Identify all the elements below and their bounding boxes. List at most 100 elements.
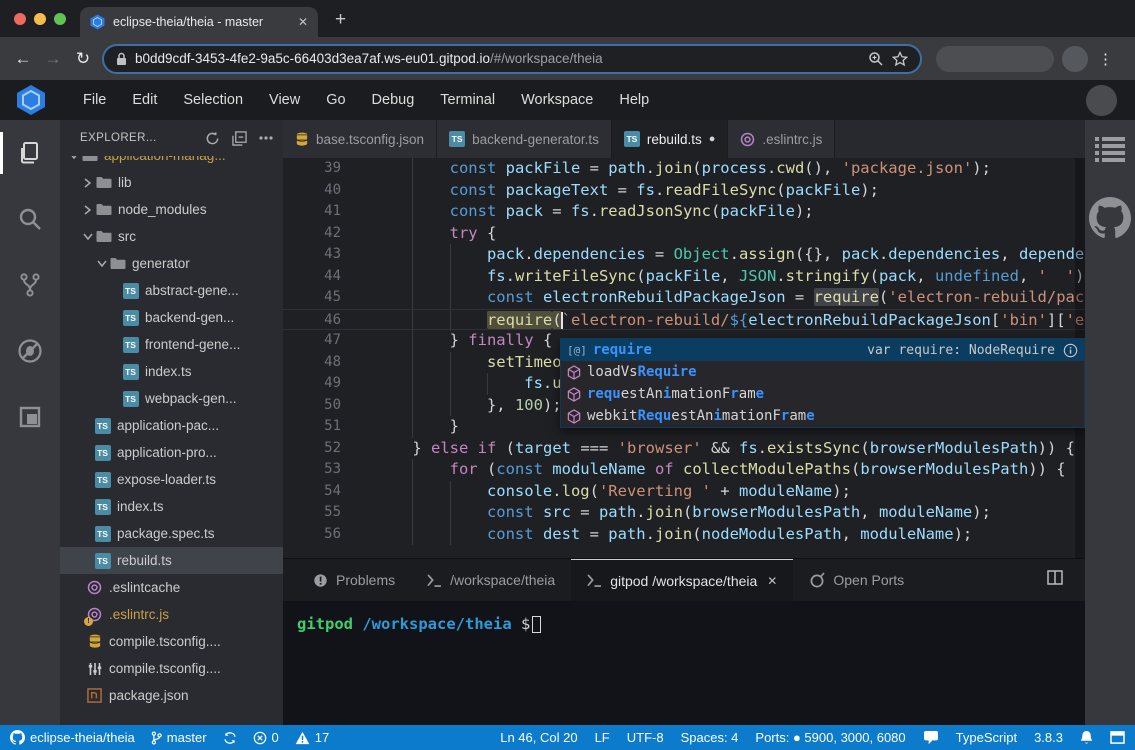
close-icon[interactable]: ✕ <box>767 574 777 588</box>
close-tab-icon[interactable]: ✕ <box>298 15 308 29</box>
url-bar[interactable]: b0dd9cdf-3453-4fe2-9a5c-66403d3ea7af.ws-… <box>102 44 922 74</box>
collapse-all-icon[interactable] <box>232 131 247 146</box>
editor-tab--eslintrc-js[interactable]: .eslintrc.js <box>728 120 835 158</box>
chevron-right-icon[interactable] <box>80 205 95 215</box>
tree-item-index-ts[interactable]: TSindex.ts <box>60 493 283 520</box>
reload-icon[interactable]: ↻ <box>68 49 98 69</box>
code-line-41[interactable]: 41 const pack = fs.readJsonSync(packFile… <box>283 201 1085 223</box>
bookmark-star-icon[interactable] <box>892 51 908 67</box>
dirty-indicator[interactable]: ● <box>709 133 716 145</box>
activity-files[interactable] <box>0 134 60 172</box>
terminal[interactable]: gitpod /workspace/theia $ <box>283 601 1085 725</box>
user-avatar[interactable] <box>1086 85 1117 116</box>
status-chat[interactable] <box>923 731 939 745</box>
status-0[interactable]: 0 <box>253 730 279 745</box>
status-lf[interactable]: LF <box>595 730 610 745</box>
activity-source-control[interactable] <box>0 266 60 304</box>
panel-tab-gitpod-workspace-theia[interactable]: gitpod /workspace/theia✕ <box>571 559 793 601</box>
code-line-53[interactable]: 53 for (const moduleName of collectModul… <box>283 459 1085 481</box>
menu-go[interactable]: Go <box>313 80 358 120</box>
more-icon[interactable] <box>259 136 273 140</box>
tree-item-application-manag-[interactable]: application-manag... <box>60 156 283 169</box>
tree-item-compile-tsconfig-[interactable]: compile.tsconfig.... <box>60 655 283 682</box>
panel-tab--workspace-theia[interactable]: /workspace/theia <box>411 559 571 601</box>
code-editor[interactable]: 39 const packFile = path.join(process.cw… <box>283 158 1085 558</box>
refresh-icon[interactable] <box>205 131 220 146</box>
code-line-55[interactable]: 55 const src = path.join(browserModulesP… <box>283 502 1085 524</box>
status-master[interactable]: master <box>151 730 207 745</box>
browser-tab[interactable]: eclipse-theia/theia - master ✕ <box>80 7 318 37</box>
status-typescript[interactable]: TypeScript <box>956 730 1017 745</box>
tree-item--eslintrc-js[interactable]: !.eslintrc.js <box>60 601 283 628</box>
menu-selection[interactable]: Selection <box>170 80 256 120</box>
suggest-item[interactable]: webkitRequestAnimationFrame <box>561 405 1084 427</box>
status-ports-5900-3000-6080[interactable]: Ports: ● 5900, 3000, 6080 <box>755 730 905 745</box>
panel-tab-open-ports[interactable]: Open Ports <box>793 559 920 601</box>
tree-item-package-json[interactable]: package.json <box>60 682 283 709</box>
back-icon[interactable]: ← <box>8 49 38 69</box>
panel-tab-problems[interactable]: Problems <box>297 559 411 601</box>
code-line-45[interactable]: 45 const electronRebuildPackageJson = re… <box>283 287 1085 309</box>
tree-item-application-pro-[interactable]: TSapplication-pro... <box>60 439 283 466</box>
editor-tab-backend-generator-ts[interactable]: TSbackend-generator.ts <box>437 120 612 158</box>
tree-item-application-pac-[interactable]: TSapplication-pac... <box>60 412 283 439</box>
menu-debug[interactable]: Debug <box>359 80 428 120</box>
code-line-54[interactable]: 54 console.log('Reverting ' + moduleName… <box>283 481 1085 503</box>
tree-item-webpack-gen-[interactable]: TSwebpack-gen... <box>60 385 283 412</box>
status-spaces-4[interactable]: Spaces: 4 <box>681 730 739 745</box>
zoom-icon[interactable] <box>868 51 884 67</box>
tree-item-frontend-gene-[interactable]: TSfrontend-gene... <box>60 331 283 358</box>
chevron-down-icon[interactable] <box>80 233 95 240</box>
editor-tab-rebuild-ts[interactable]: TSrebuild.ts● <box>612 120 728 158</box>
status-utf-8[interactable]: UTF-8 <box>627 730 664 745</box>
forward-icon[interactable]: → <box>38 49 68 69</box>
minimize-window-button[interactable] <box>34 13 46 25</box>
activity-debug-disabled[interactable] <box>0 332 60 370</box>
status-window[interactable] <box>1110 731 1125 744</box>
tree-item-index-ts[interactable]: TSindex.ts <box>60 358 283 385</box>
code-line-39[interactable]: 39 const packFile = path.join(process.cw… <box>283 158 1085 180</box>
code-line-52[interactable]: 52 } else if (target === 'browser' && fs… <box>283 438 1085 460</box>
new-tab-button[interactable]: + <box>335 10 346 29</box>
tree-item-backend-gen-[interactable]: TSbackend-gen... <box>60 304 283 331</box>
status-bell[interactable] <box>1080 730 1093 745</box>
tree-item-package-spec-ts[interactable]: TSpackage.spec.ts <box>60 520 283 547</box>
extensions-area[interactable] <box>936 46 1054 72</box>
split-terminal-button[interactable] <box>1047 570 1063 590</box>
code-line-40[interactable]: 40 const packageText = fs.readFileSync(p… <box>283 180 1085 202</box>
tree-item-expose-loader-ts[interactable]: TSexpose-loader.ts <box>60 466 283 493</box>
tree-item-generator[interactable]: generator <box>60 250 283 277</box>
traffic-lights[interactable] <box>14 13 66 25</box>
tree-item-abstract-gene-[interactable]: TSabstract-gene... <box>60 277 283 304</box>
chevron-down-icon[interactable] <box>66 156 81 159</box>
menu-help[interactable]: Help <box>606 80 662 120</box>
code-line-43[interactable]: 43 pack.dependencies = Object.assign({},… <box>283 244 1085 266</box>
suggest-item[interactable]: [@]requirevar require: NodeRequire <box>561 339 1084 361</box>
status-17[interactable]: 17 <box>295 730 329 745</box>
tree-item-compile-tsconfig-[interactable]: compile.tsconfig.... <box>60 628 283 655</box>
browser-profile-avatar[interactable] <box>1062 46 1088 72</box>
tree-item-node-modules[interactable]: node_modules <box>60 196 283 223</box>
status-3-8-3[interactable]: 3.8.3 <box>1034 730 1063 745</box>
code-line-56[interactable]: 56 const dest = path.join(nodeModulesPat… <box>283 524 1085 546</box>
menu-view[interactable]: View <box>256 80 313 120</box>
activity-plugins[interactable] <box>0 398 60 436</box>
menu-workspace[interactable]: Workspace <box>508 80 606 120</box>
chevron-down-icon[interactable] <box>94 260 109 267</box>
suggest-item[interactable]: loadVsRequire <box>561 361 1084 383</box>
tree-item-rebuild-ts[interactable]: TSrebuild.ts <box>60 547 283 574</box>
chevron-right-icon[interactable] <box>80 178 95 188</box>
menu-edit[interactable]: Edit <box>119 80 170 120</box>
code-line-44[interactable]: 44 fs.writeFileSync(packFile, JSON.strin… <box>283 266 1085 288</box>
tree-item-src[interactable]: src <box>60 223 283 250</box>
code-line-42[interactable]: 42 try { <box>283 223 1085 245</box>
activity-open-editors[interactable] <box>1095 136 1125 167</box>
editor-tab-base-tsconfig-json[interactable]: base.tsconfig.json <box>283 120 437 158</box>
tree-item-lib[interactable]: lib <box>60 169 283 196</box>
code-line-46[interactable]: 46 require(`electron-rebuild/${electronR… <box>283 309 1085 331</box>
activity-github[interactable] <box>1089 197 1131 244</box>
activity-search[interactable] <box>0 200 60 238</box>
menu-terminal[interactable]: Terminal <box>427 80 508 120</box>
close-window-button[interactable] <box>14 13 26 25</box>
browser-menu-icon[interactable]: ⋮ <box>1098 50 1113 68</box>
